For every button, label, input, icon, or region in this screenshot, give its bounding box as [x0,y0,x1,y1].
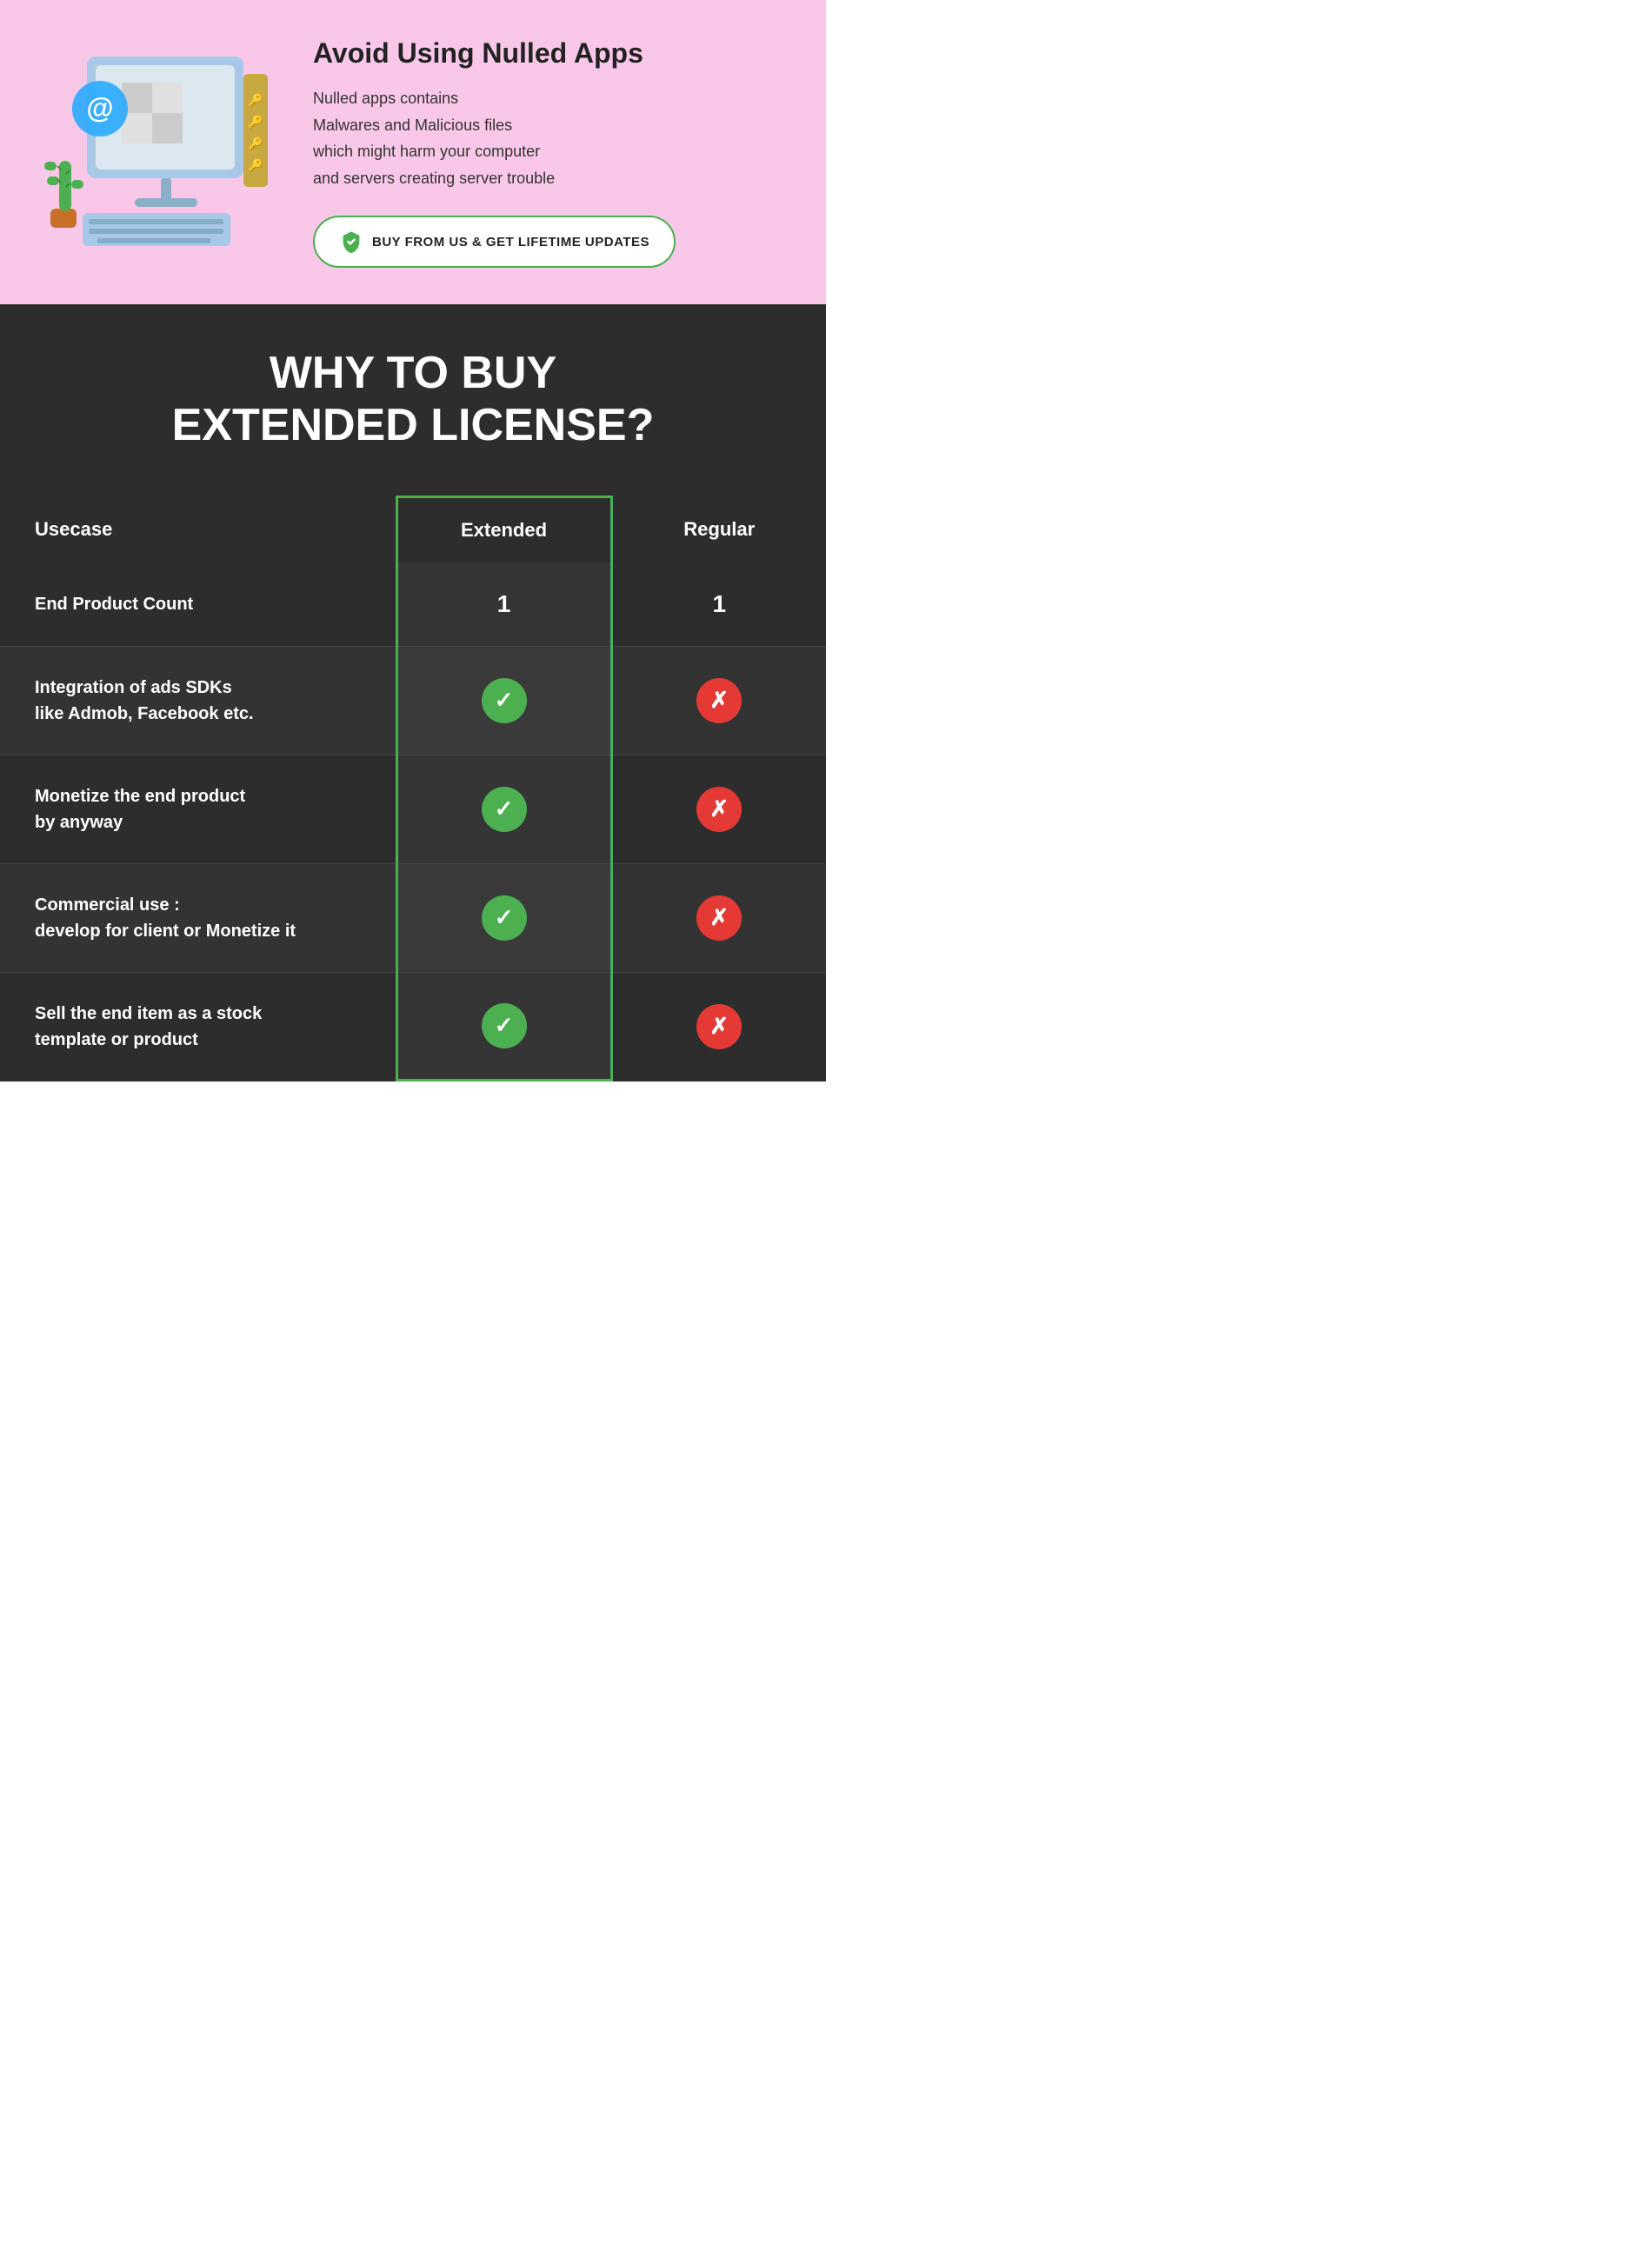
cross-icon: ✗ [696,678,742,723]
cross-icon: ✗ [696,895,742,941]
cell-extended: ✓ [396,646,611,755]
cell-usecase: Commercial use :develop for client or Mo… [0,863,396,972]
cross-icon: ✗ [696,787,742,832]
cell-usecase: End Product Count [0,562,396,647]
hero-text: Avoid Using Nulled Apps Nulled apps cont… [313,37,791,269]
table-row: Sell the end item as a stocktemplate or … [0,972,826,1081]
svg-text:🔑: 🔑 [248,92,263,108]
hero-title: Avoid Using Nulled Apps [313,37,791,70]
license-table: Usecase Extended Regular End Product Cou… [0,496,826,1082]
table-row: End Product Count 1 1 [0,562,826,647]
section-heading: WHY TO BUY EXTENDED LICENSE? [0,348,826,496]
col-header-extended: Extended [396,496,611,562]
cell-extended: ✓ [396,755,611,863]
cell-extended: 1 [396,562,611,647]
col-header-usecase: Usecase [0,496,396,562]
table-row: Commercial use :develop for client or Mo… [0,863,826,972]
svg-text:🔑: 🔑 [248,114,263,130]
cell-extended: ✓ [396,972,611,1081]
cta-button[interactable]: BUY FROM US & GET LIFETIME UPDATES [313,216,676,268]
shield-icon [339,230,363,254]
cell-regular: ✗ [611,972,826,1081]
cell-regular: ✗ [611,755,826,863]
svg-text:🔑: 🔑 [248,157,263,173]
license-section: WHY TO BUY EXTENDED LICENSE? Usecase Ext… [0,304,826,1081]
cell-usecase: Integration of ads SDKslike Admob, Faceb… [0,646,396,755]
cell-usecase: Monetize the end productby anyway [0,755,396,863]
count-extended: 1 [497,590,511,617]
cell-regular: ✗ [611,863,826,972]
table-header-row: Usecase Extended Regular [0,496,826,562]
check-icon: ✓ [482,895,527,941]
svg-text:🔑: 🔑 [248,136,263,151]
hero-description: Nulled apps contains Malwares and Malici… [313,85,791,191]
section-title: WHY TO BUY EXTENDED LICENSE? [35,348,791,452]
cell-regular: 1 [611,562,826,647]
hero-image-container: @ 🔑 🔑 🔑 🔑 [26,39,287,265]
check-icon: ✓ [482,787,527,832]
table-row: Integration of ads SDKslike Admob, Faceb… [0,646,826,755]
check-icon: ✓ [482,678,527,723]
cell-extended: ✓ [396,863,611,972]
count-regular: 1 [712,590,726,617]
cta-button-text: BUY FROM US & GET LIFETIME UPDATES [372,235,649,250]
check-icon: ✓ [482,1003,527,1048]
cell-usecase: Sell the end item as a stocktemplate or … [0,972,396,1081]
hero-section: @ 🔑 🔑 🔑 🔑 Avoid Using Nulled Apps Nulled [0,0,826,304]
cell-regular: ✗ [611,646,826,755]
cross-icon: ✗ [696,1004,742,1049]
table-row: Monetize the end productby anyway ✓ ✗ [0,755,826,863]
col-header-regular: Regular [611,496,826,562]
svg-text:@: @ [86,92,113,123]
